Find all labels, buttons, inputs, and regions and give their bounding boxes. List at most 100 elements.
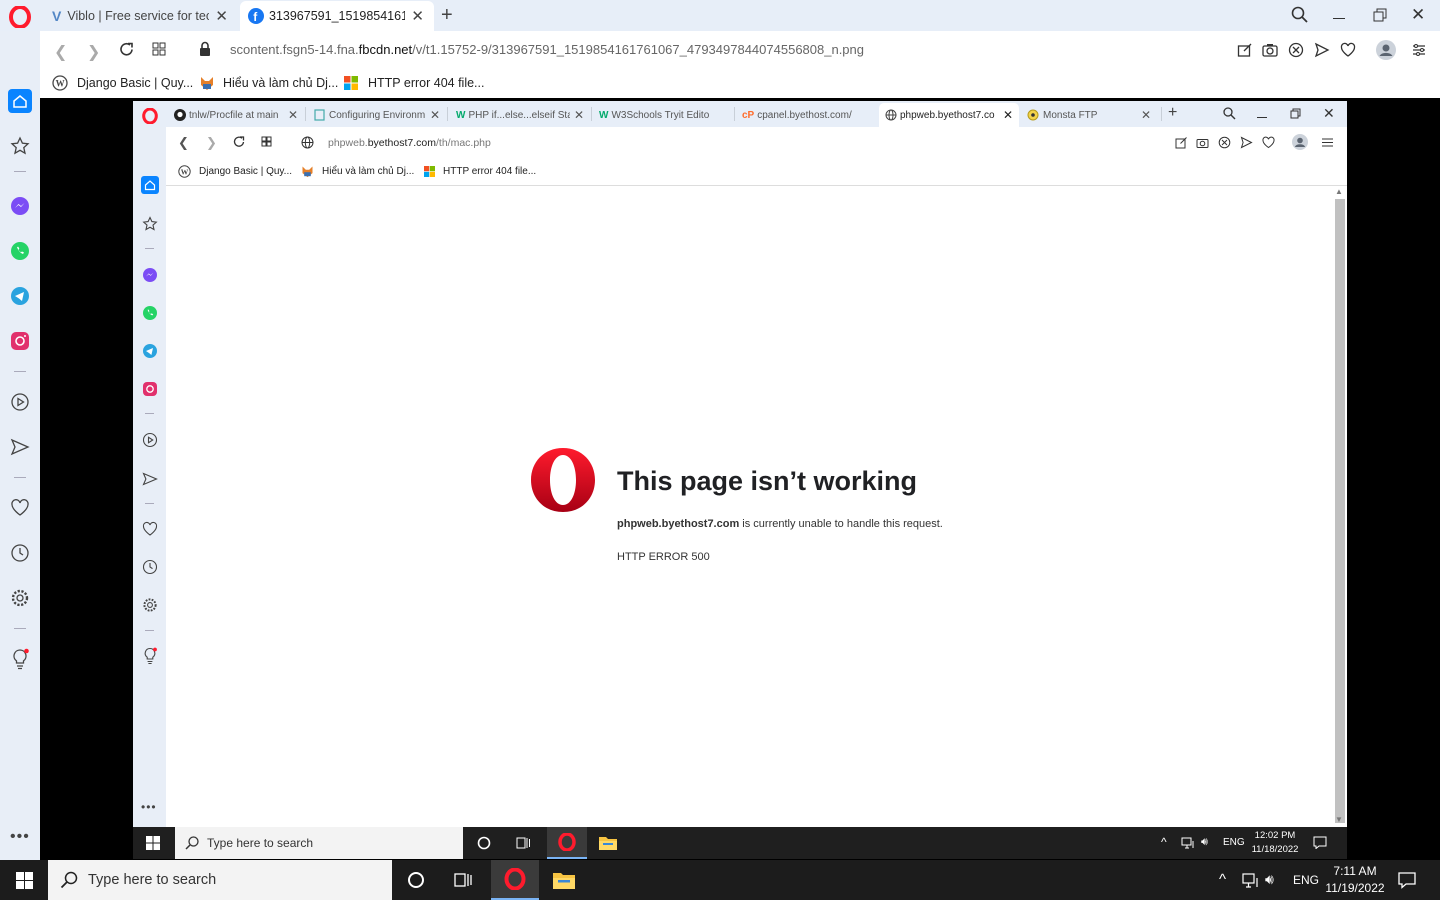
tray-chevron-up-icon[interactable]: ^ [1161, 835, 1167, 849]
profile-icon[interactable] [1376, 40, 1396, 60]
restore-icon[interactable] [1290, 108, 1301, 119]
inner-tab-configuring[interactable]: Configuring Environm ✕ [308, 103, 446, 127]
close-window-icon[interactable]: ✕ [1411, 5, 1425, 25]
inner-tab-monsta-ftp[interactable]: Monsta FTP ✕ [1021, 103, 1157, 127]
minimize-icon[interactable] [1333, 18, 1345, 19]
back-icon[interactable]: ❮ [178, 135, 189, 151]
more-icon[interactable]: ••• [141, 800, 157, 814]
globe-icon[interactable] [301, 136, 314, 149]
send-icon[interactable] [1240, 136, 1253, 149]
profile-icon[interactable] [1292, 134, 1308, 150]
task-view-icon[interactable] [454, 871, 473, 889]
bookmark-http-404[interactable]: HTTP error 404 file... [343, 75, 484, 91]
inner-tab-github[interactable]: tnlw/Procfile at main ✕ [168, 103, 304, 127]
lock-icon[interactable] [199, 41, 211, 57]
whatsapp-icon[interactable] [142, 305, 158, 321]
restore-icon[interactable] [1373, 8, 1387, 22]
scroll-up-icon[interactable]: ▲ [1335, 187, 1343, 196]
taskbar-opera-app[interactable] [491, 860, 539, 900]
flow-send-icon[interactable] [10, 437, 30, 457]
bookmark-django[interactable]: W Django Basic | Quy... [52, 75, 193, 91]
new-tab-icon[interactable]: + [441, 4, 453, 27]
volume-icon[interactable]: 🔊︎ [1265, 871, 1274, 888]
inner-tab-php-ifelse[interactable]: W PHP if...else...elseif Sta ✕ [450, 103, 590, 127]
adblock-icon[interactable] [1288, 42, 1304, 58]
snap-icon[interactable] [1175, 136, 1188, 149]
more-icon[interactable]: ••• [10, 828, 30, 846]
reload-icon[interactable] [232, 135, 246, 149]
network-icon[interactable] [1242, 873, 1259, 888]
outer-tab-viblo[interactable]: V Viblo | Free service for tech ✕ [44, 1, 238, 31]
flow-send-icon[interactable] [142, 471, 158, 487]
player-icon[interactable] [142, 432, 158, 448]
windows-start-icon[interactable] [16, 872, 33, 889]
close-tab-icon[interactable]: ✕ [215, 7, 228, 25]
my-heart-icon[interactable] [10, 498, 30, 518]
speed-dial-icon[interactable] [8, 89, 32, 113]
history-clock-icon[interactable] [142, 559, 158, 575]
outer-url-field[interactable]: scontent.fsgn5-14.fna. fbcdn.net/v/t1.157… [230, 42, 864, 57]
bookmark-hieu[interactable]: Hiểu và làm chủ Dj... [199, 75, 338, 91]
taskbar-clock[interactable]: 12:02 PM 11/18/2022 [1249, 829, 1301, 857]
speed-dial-icon[interactable] [141, 176, 159, 194]
instagram-icon[interactable] [10, 331, 30, 351]
bookmarks-star-icon[interactable] [10, 136, 30, 156]
settings-gear-icon[interactable] [10, 588, 30, 608]
messenger-icon[interactable] [10, 196, 30, 216]
language-indicator[interactable]: ENG [1293, 873, 1319, 887]
notifications-icon[interactable] [1313, 836, 1327, 849]
cortana-icon[interactable] [477, 836, 491, 850]
tabs-grid-icon[interactable] [152, 42, 166, 56]
notifications-icon[interactable] [1398, 872, 1416, 889]
scrollbar-thumb[interactable] [1335, 199, 1345, 823]
inner-tab-w3schools-tryit[interactable]: W W3Schools Tryit Edito [593, 103, 733, 127]
adblock-icon[interactable] [1218, 136, 1231, 149]
my-heart-icon[interactable] [142, 521, 158, 537]
reload-icon[interactable] [118, 41, 135, 58]
close-tab-icon[interactable]: ✕ [288, 108, 298, 122]
search-tabs-icon[interactable] [1223, 107, 1236, 120]
bookmark-http-404[interactable]: HTTP error 404 file... [423, 165, 536, 178]
bookmark-django[interactable]: W Django Basic | Quy... [178, 165, 292, 178]
history-clock-icon[interactable] [10, 543, 30, 563]
camera-icon[interactable] [1262, 42, 1278, 58]
opera-menu-icon[interactable] [142, 108, 158, 124]
opera-menu-icon[interactable] [9, 6, 31, 28]
language-indicator[interactable]: ENG [1223, 837, 1245, 848]
tabs-grid-icon[interactable] [261, 136, 272, 147]
taskbar-opera-app[interactable] [547, 827, 587, 859]
file-explorer-icon[interactable] [598, 834, 618, 852]
inner-tab-phpweb[interactable]: phpweb.byethost7.co ✕ [879, 103, 1019, 127]
scroll-down-icon[interactable]: ▼ [1335, 815, 1343, 824]
heart-icon[interactable] [1340, 42, 1356, 58]
close-tab-icon[interactable]: ✕ [411, 7, 424, 25]
whatsapp-icon[interactable] [10, 241, 30, 261]
tips-bulb-icon[interactable] [142, 647, 158, 665]
settings-gear-icon[interactable] [142, 597, 158, 613]
bookmarks-star-icon[interactable] [142, 216, 158, 232]
new-tab-icon[interactable]: + [1168, 104, 1177, 122]
instagram-icon[interactable] [142, 381, 158, 397]
network-icon[interactable] [1181, 837, 1195, 849]
taskbar-search-box[interactable]: Type here to search [48, 860, 392, 900]
minimize-icon[interactable] [1257, 117, 1267, 118]
heart-icon[interactable] [1262, 136, 1275, 149]
player-icon[interactable] [10, 392, 30, 412]
back-icon[interactable]: ❮ [54, 42, 67, 62]
search-tabs-icon[interactable] [1291, 6, 1309, 24]
close-tab-icon[interactable]: ✕ [1003, 108, 1013, 122]
inner-url-field[interactable]: phpweb. byethost7.com/th/mac.php [328, 137, 491, 149]
easy-setup-icon[interactable] [1322, 137, 1333, 148]
forward-icon[interactable]: ❯ [87, 42, 100, 62]
bookmark-hieu[interactable]: Hiểu và làm chủ Dj... [301, 165, 414, 178]
taskbar-clock[interactable]: 7:11 AM 11/19/2022 [1322, 863, 1388, 897]
close-tab-icon[interactable]: ✕ [574, 108, 584, 122]
camera-icon[interactable] [1196, 136, 1209, 149]
inner-tab-cpanel[interactable]: cP cpanel.byethost.com/ [736, 103, 876, 127]
volume-icon[interactable]: 🔊︎ [1201, 836, 1208, 849]
close-tab-icon[interactable]: ✕ [1141, 108, 1151, 122]
windows-start-icon[interactable] [146, 836, 160, 850]
outer-tab-facebook-image[interactable]: f 313967591_151985416176 ✕ [240, 1, 434, 31]
tray-chevron-up-icon[interactable]: ^ [1219, 871, 1226, 888]
taskbar-search-box[interactable]: Type here to search [175, 827, 463, 859]
